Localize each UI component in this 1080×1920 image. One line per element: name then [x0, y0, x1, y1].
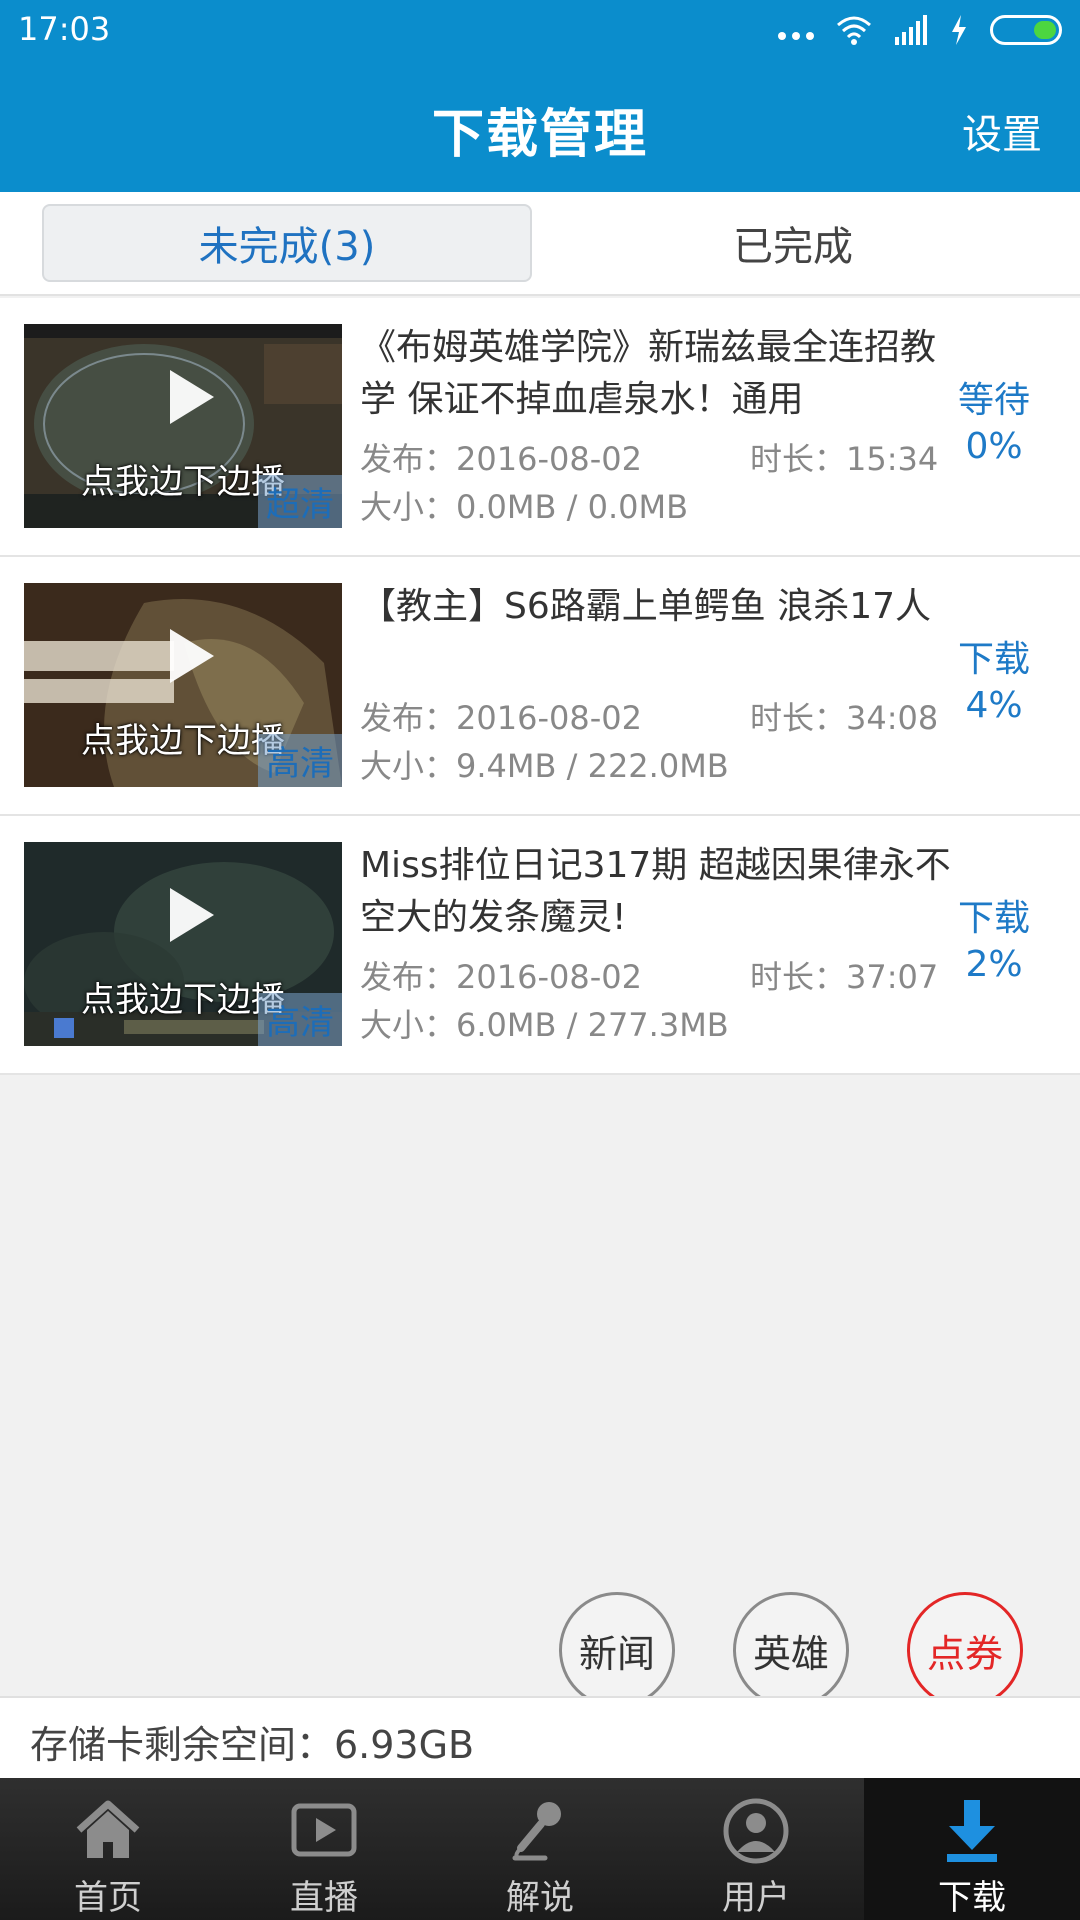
video-thumbnail[interactable]: 点我边下边播 高清 [24, 583, 342, 787]
wifi-icon [837, 16, 871, 45]
bottom-nav: 首页 直播 解说 用户 下载 [0, 1778, 1080, 1920]
tab-completed[interactable]: 已完成 [548, 204, 1038, 282]
video-thumbnail[interactable]: 点我边下边播 高清 [24, 842, 342, 1046]
download-size: 大小：0.0MB / 0.0MB [360, 488, 689, 526]
charging-bolt-icon [952, 15, 966, 45]
download-percent: 0% [965, 426, 1023, 467]
status-time: 17:03 [18, 10, 111, 48]
nav-download[interactable]: 下载 [864, 1778, 1080, 1920]
storage-remaining: 存储卡剩余空间：6.93GB [30, 1723, 475, 1767]
tab-bar: 未完成(3) 已完成 [0, 192, 1080, 296]
download-size: 大小：6.0MB / 277.3MB [360, 1006, 729, 1044]
download-status-label: 等待 [957, 380, 1030, 421]
nav-commentary-label: 解说 [506, 1878, 574, 1918]
download-percent: 4% [965, 685, 1023, 726]
download-percent: 2% [965, 944, 1023, 985]
news-button[interactable]: 新闻 [559, 1592, 675, 1708]
download-list: 点我边下边播 超清 《布姆英雄学院》新瑞兹最全连招教学 保证不掉血虐泉水！通用 … [0, 298, 1080, 1075]
nav-home[interactable]: 首页 [0, 1778, 216, 1920]
user-icon [723, 1798, 789, 1864]
download-status[interactable]: 下载 4% [934, 637, 1054, 729]
list-item[interactable]: 点我边下边播 超清 《布姆英雄学院》新瑞兹最全连招教学 保证不掉血虐泉水！通用 … [0, 298, 1080, 557]
publish-date: 发布：2016-08-02 [360, 440, 642, 478]
list-item[interactable]: 点我边下边播 高清 Miss排位日记317期 超越因果律永不空大的发条魔灵! 发… [0, 816, 1080, 1075]
microphone-icon [512, 1802, 561, 1861]
video-title: 《布姆英雄学院》新瑞兹最全连招教学 保证不掉血虐泉水！通用 [360, 327, 937, 420]
tab-incomplete[interactable]: 未完成(3) [42, 204, 532, 282]
home-icon [76, 1800, 140, 1858]
heroes-button[interactable]: 英雄 [733, 1592, 849, 1708]
coupons-button[interactable]: 点券 [907, 1592, 1023, 1708]
video-title: 【教主】S6路霸上单鳄鱼 浪杀17人 [360, 586, 932, 627]
live-play-icon [291, 1803, 357, 1857]
quality-badge: 超清 [258, 475, 342, 528]
quality-badge: 高清 [258, 734, 342, 787]
download-status[interactable]: 下载 2% [934, 896, 1054, 988]
play-icon [170, 629, 214, 683]
nav-download-label: 下载 [938, 1878, 1006, 1918]
video-thumbnail[interactable]: 点我边下边播 超清 [24, 324, 342, 528]
video-duration: 时长：34:08 [750, 699, 939, 737]
storage-info: 存储卡剩余空间：6.93GB [0, 1696, 1080, 1778]
video-duration: 时长：15:34 [750, 440, 939, 478]
publish-date: 发布：2016-08-02 [360, 958, 642, 996]
download-status-label: 下载 [957, 639, 1030, 680]
video-duration: 时长：37:07 [750, 958, 939, 996]
play-icon [170, 370, 214, 424]
list-item[interactable]: 点我边下边播 高清 【教主】S6路霸上单鳄鱼 浪杀17人 发布：2016-08-… [0, 557, 1080, 816]
signal-icon [895, 15, 927, 45]
nav-user[interactable]: 用户 [648, 1778, 864, 1920]
settings-button[interactable]: 设置 [962, 102, 1042, 160]
video-title: Miss排位日记317期 超越因果律永不空大的发条魔灵! [360, 845, 951, 938]
nav-user-label: 用户 [722, 1878, 790, 1918]
quality-badge: 高清 [258, 993, 342, 1046]
download-icon [947, 1800, 997, 1862]
download-size: 大小：9.4MB / 222.0MB [360, 747, 729, 785]
more-dots-icon [778, 14, 814, 46]
status-icons [778, 14, 1062, 46]
download-status[interactable]: 等待 0% [934, 378, 1054, 470]
download-status-label: 下载 [957, 898, 1030, 939]
nav-live[interactable]: 直播 [216, 1778, 432, 1920]
battery-icon [990, 15, 1062, 45]
nav-live-label: 直播 [290, 1878, 358, 1918]
nav-commentary[interactable]: 解说 [432, 1778, 648, 1920]
app-header: 17:03 下载管理 设置 [0, 0, 1080, 192]
page-title: 下载管理 [431, 105, 648, 165]
play-icon [170, 888, 214, 942]
nav-home-label: 首页 [74, 1878, 142, 1918]
publish-date: 发布：2016-08-02 [360, 699, 642, 737]
